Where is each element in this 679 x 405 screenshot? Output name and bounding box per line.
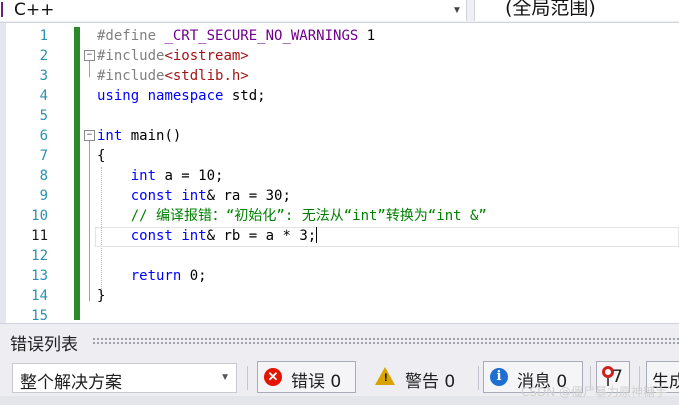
watermark: CSDN @僵尸暴力原神糖手: [521, 385, 668, 399]
code-token: int: [181, 188, 207, 204]
line-number: 14: [31, 288, 48, 304]
line-number: 3: [39, 68, 48, 84]
code-line[interactable]: // 编译报错：“初始化”: 无法从“int”转换为“int &”: [97, 206, 487, 226]
line-number: 10: [31, 208, 48, 224]
code-token: return: [130, 268, 182, 284]
code-token: using: [97, 88, 140, 104]
change-tracking-bar: [74, 27, 80, 320]
warnings-filter-button[interactable]: ! 警告 0: [366, 361, 470, 393]
line-number: 1: [39, 28, 48, 44]
code-token: a = 10;: [156, 168, 224, 184]
collapse-main-icon[interactable]: −: [84, 130, 95, 141]
warning-icon-mark: !: [384, 372, 388, 384]
code-token: const: [130, 228, 173, 244]
line-number: 5: [39, 108, 48, 124]
code-token: {: [97, 148, 106, 164]
line-number: 11: [31, 228, 48, 244]
error-list-header: 错误列表: [0, 324, 679, 356]
code-line[interactable]: #define _CRT_SECURE_NO_WARNINGS 1: [97, 26, 375, 46]
line-number: 13: [31, 268, 48, 284]
code-line[interactable]: const int& rb = a * 3;: [97, 226, 318, 246]
code-token: 1: [358, 28, 376, 44]
line-number: 12: [31, 248, 48, 264]
code-token: <iostream>: [164, 48, 249, 64]
code-token: int: [97, 128, 123, 144]
code-line[interactable]: }: [97, 286, 105, 306]
line-number: 2: [39, 48, 48, 64]
code-token: #include: [97, 48, 165, 64]
code-line[interactable]: #include<stdlib.h>: [97, 66, 249, 86]
line-number: 4: [39, 88, 48, 104]
code-token: const: [130, 188, 173, 204]
line-number: 8: [39, 168, 48, 184]
project-dropdown-label: C++: [14, 0, 55, 20]
code-line[interactable]: using namespace std;: [97, 86, 266, 106]
code-token: int: [130, 168, 157, 184]
line-number: 7: [39, 148, 48, 164]
code-token: int: [181, 228, 207, 244]
code-token: _CRT_SECURE_NO_WARNINGS: [164, 28, 359, 44]
line-number: 9: [39, 188, 48, 204]
code-token: namespace: [147, 88, 224, 104]
code-token: #define: [97, 28, 165, 44]
text-caret: [316, 227, 318, 243]
error-list-title: 错误列表: [10, 335, 78, 355]
code-token: & ra = 30;: [206, 188, 291, 204]
warnings-count-label: 警告 0: [405, 372, 456, 392]
code-line[interactable]: return 0;: [97, 266, 207, 286]
toolbar-separator: [478, 366, 479, 390]
code-token: #include: [97, 68, 165, 84]
error-scope-label: 整个解决方案: [20, 373, 122, 393]
code-token: 0;: [181, 268, 207, 284]
chevron-down-icon: ▼: [220, 372, 230, 383]
code-line[interactable]: {: [97, 146, 105, 166]
project-dropdown[interactable]: C++ ▼: [0, 0, 467, 21]
toolbar-separator: [247, 366, 248, 390]
code-editor[interactable]: 1 2 3 4 5 6 7 8 9 10 11 12 13 14 15 − − #define _CRT_S…: [0, 23, 679, 324]
code-token: <stdlib.h>: [164, 68, 249, 84]
scope-dropdown[interactable]: (全局范围): [474, 0, 679, 21]
info-icon: i: [490, 368, 508, 386]
code-line[interactable]: #include<iostream>: [97, 46, 249, 66]
code-line[interactable]: const int& ra = 30;: [97, 186, 291, 206]
panel-drag-handle[interactable]: [92, 337, 679, 345]
code-token: & rb = a * 3;: [206, 228, 317, 244]
code-line[interactable]: int a = 10;: [97, 166, 224, 186]
error-scope-select[interactable]: 整个解决方案 ▼: [12, 363, 237, 393]
cpp-project-icon: [1, 2, 11, 17]
line-number: 6: [39, 128, 48, 144]
errors-count-label: 错误 0: [291, 372, 342, 392]
code-token: std;: [223, 88, 266, 104]
scope-dropdown-label: (全局范围): [505, 0, 596, 19]
editor-navigation-bar: C++ ▼ (全局范围): [0, 0, 679, 23]
code-token: // 编译报错：“初始化”: 无法从“int”转换为“int &”: [97, 208, 487, 224]
errors-filter-button[interactable]: ✕ 错误 0: [257, 361, 356, 393]
code-line[interactable]: int main(): [97, 126, 181, 146]
outline-line: [89, 61, 90, 77]
outline-line: [89, 141, 90, 301]
chevron-down-icon[interactable]: ▼: [448, 3, 466, 19]
code-token: }: [97, 288, 106, 304]
code-token: main(): [122, 128, 182, 144]
collapse-include-block-icon[interactable]: −: [84, 50, 95, 61]
error-icon: ✕: [264, 368, 282, 386]
